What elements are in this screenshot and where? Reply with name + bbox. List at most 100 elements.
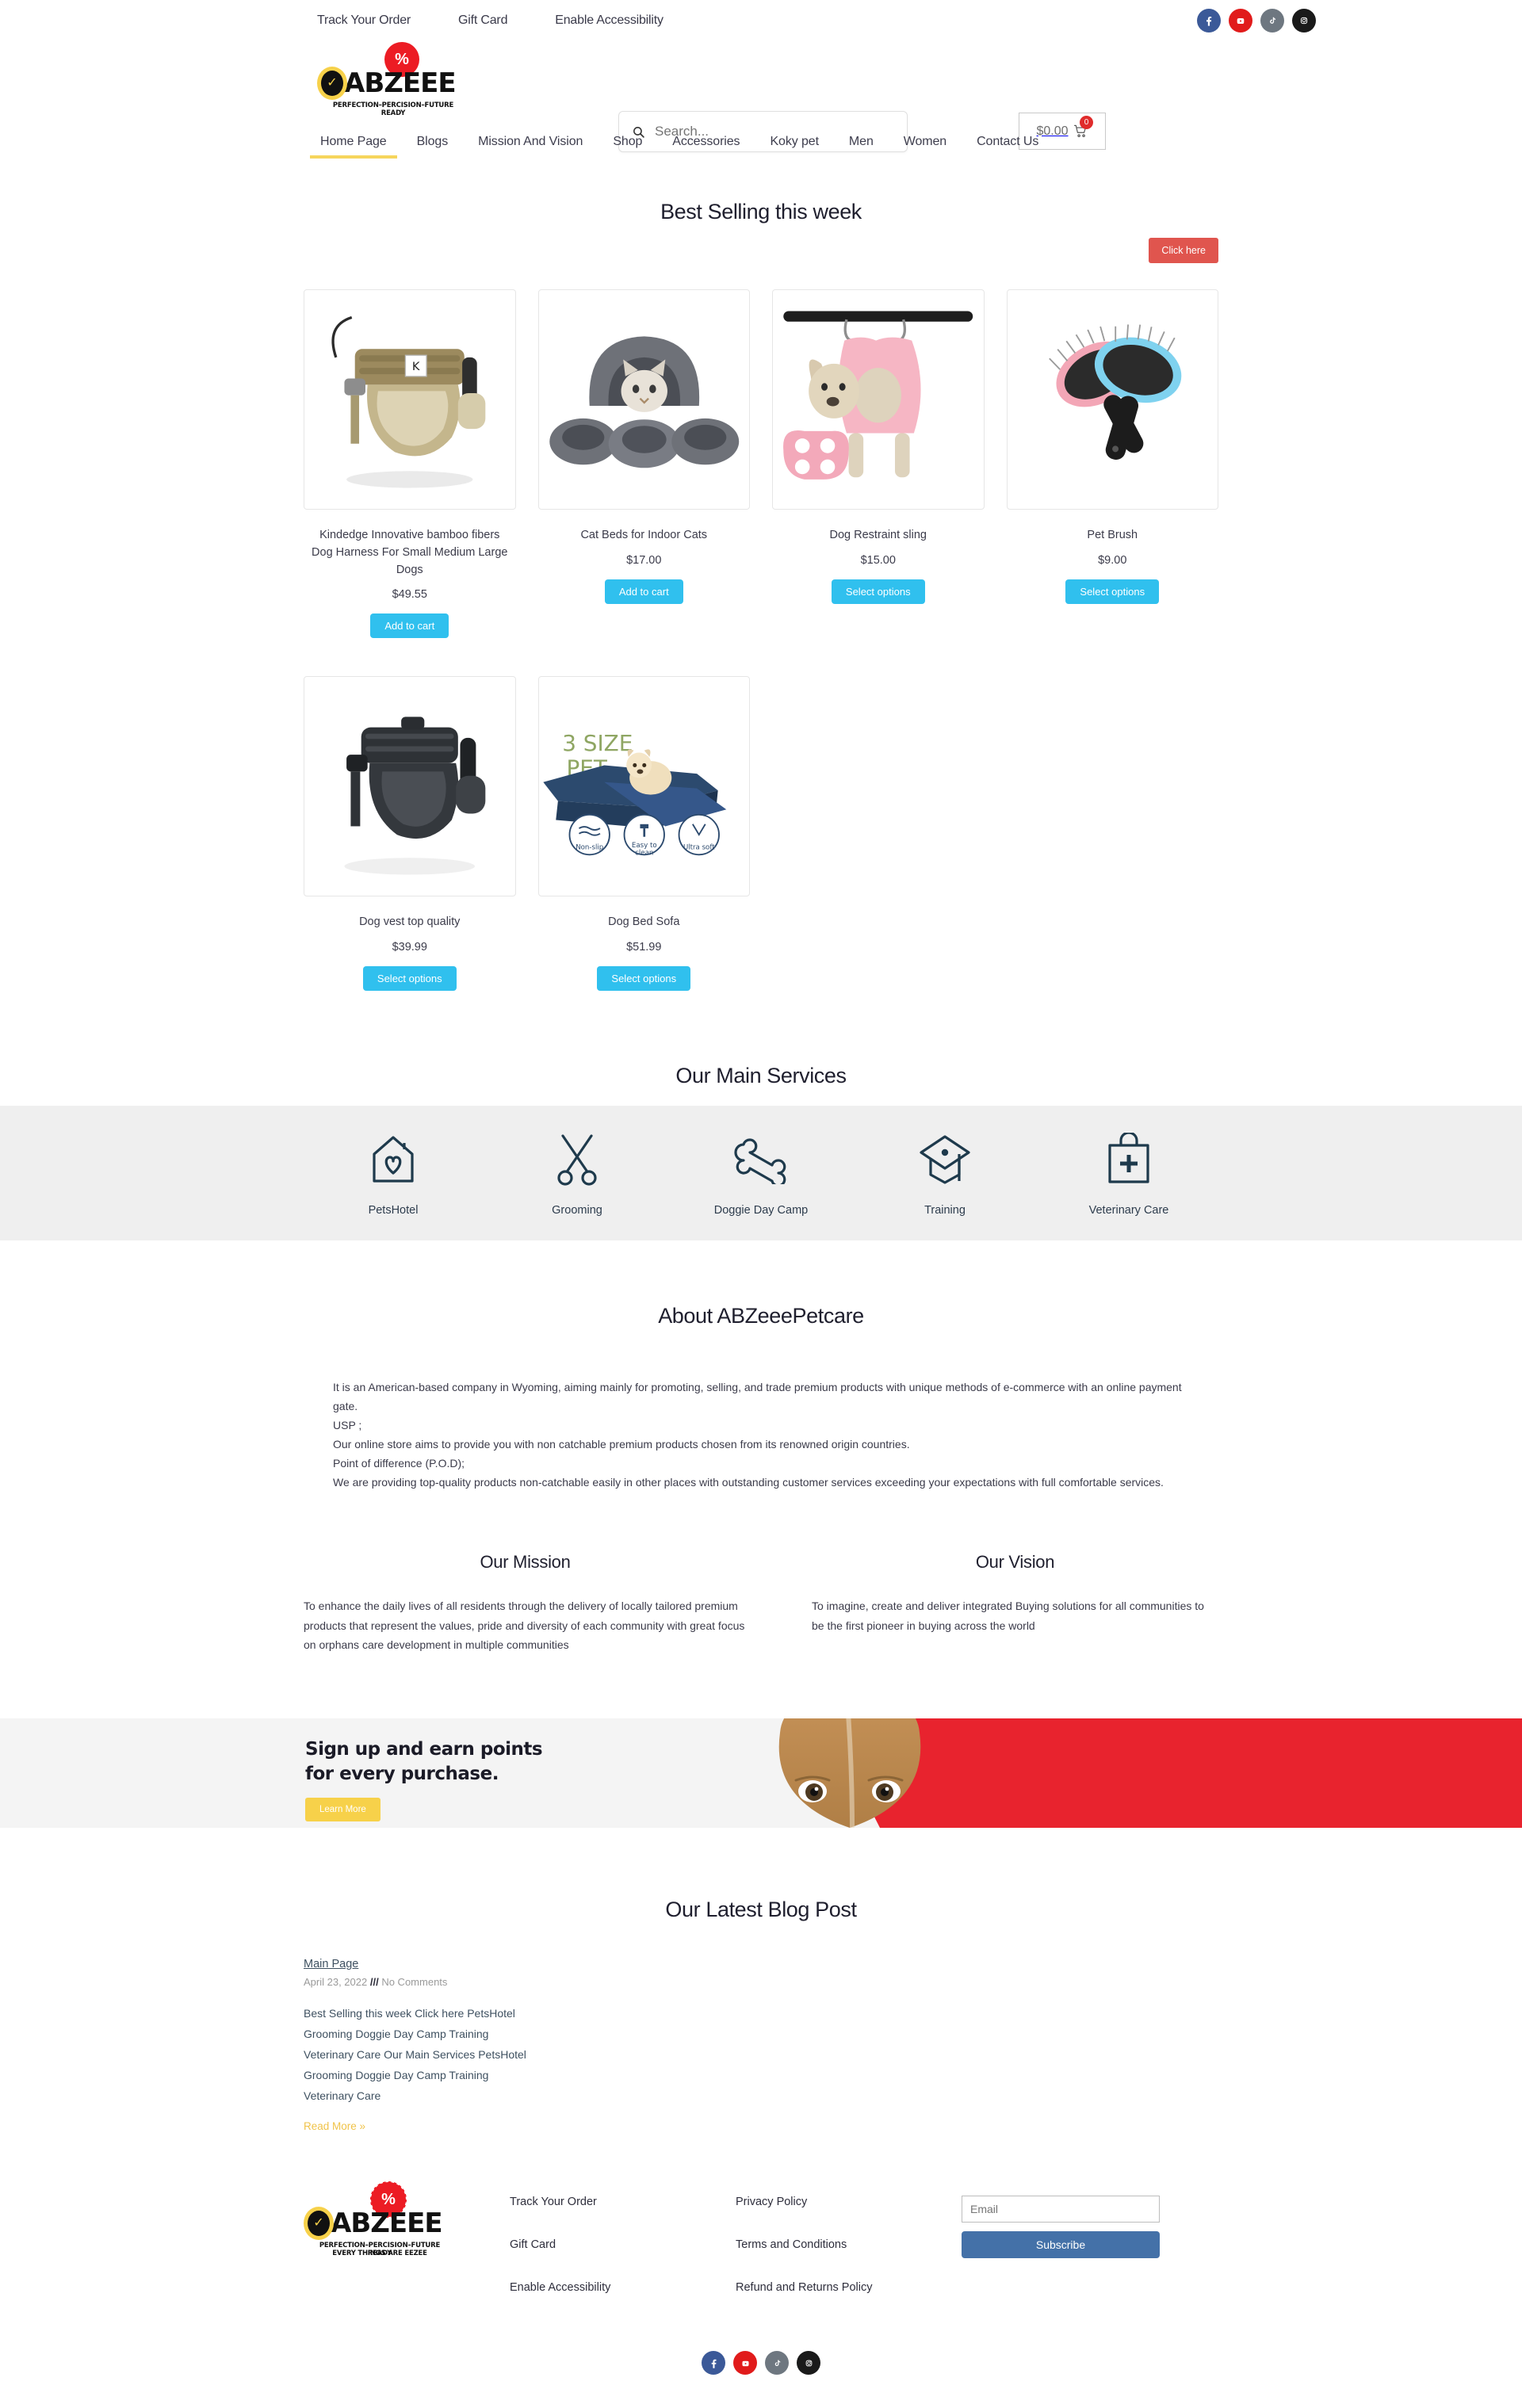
product-image-cat-bed-grey[interactable] <box>537 289 750 510</box>
services-title: Our Main Services <box>675 1064 847 1087</box>
product-card[interactable]: Dog vest top quality $39.99 Select options <box>304 676 516 991</box>
top-bar: Track Your Order Gift Card Enable Access… <box>0 0 1522 41</box>
product-image-dog-sling-pink[interactable] <box>772 289 985 510</box>
footer-logo-main: ✓ ABZEEE <box>304 2207 443 2241</box>
blog-category-link[interactable]: Main Page <box>304 1958 358 1970</box>
service-item-petshotel[interactable]: PetsHotel <box>301 1128 485 1217</box>
product-action-button[interactable]: Select options <box>362 966 457 991</box>
product-card[interactable]: Cat Beds for Indoor Cats $17.00 Add to car… <box>537 289 750 638</box>
product-image-dog-bed-sofa[interactable]: 3 SIZE PET BED Non-slip Easy to clean Ul… <box>537 676 750 897</box>
footer-facebook-icon[interactable] <box>702 2351 725 2376</box>
service-item-doggie-day-camp[interactable]: Doggie Day Camp <box>669 1128 853 1217</box>
nav-item-accessories[interactable]: Accessories <box>657 124 755 162</box>
product-price: $15.00 <box>860 553 896 567</box>
product-image-dog-vest-black[interactable] <box>304 676 516 897</box>
signup-line-2: for every purchase. <box>305 1763 499 1784</box>
nav-item-contact-us[interactable]: Contact Us <box>962 124 1054 162</box>
blog-excerpt: Best Selling this week Click here PetsHo… <box>304 2004 1218 2106</box>
footer-instagram-icon[interactable] <box>797 2351 820 2376</box>
product-price: $39.99 <box>392 941 427 954</box>
blog-meta: April 23, 2022 /// No Comments <box>304 1976 1218 1988</box>
nav-item-shop[interactable]: Shop <box>598 124 657 162</box>
service-label: Training <box>924 1204 966 1217</box>
service-label: Grooming <box>552 1204 602 1217</box>
product-card[interactable]: K Kindedge Innovative bamboo fibers Dog … <box>304 289 516 639</box>
blog-line: Grooming Doggie Day Camp Training <box>304 2027 489 2040</box>
nav-item-mission-and-vision[interactable]: Mission And Vision <box>463 124 598 162</box>
top-link-gift-card[interactable]: Gift Card <box>458 13 507 28</box>
product-card[interactable]: 3 SIZE PET BED Non-slip Easy to clean Ul… <box>537 676 750 991</box>
best-selling-title: Best Selling this week <box>660 200 862 224</box>
service-item-veterinary-care[interactable]: Veterinary Care <box>1037 1128 1221 1217</box>
facebook-icon[interactable] <box>1197 9 1221 32</box>
service-item-grooming[interactable]: Grooming <box>485 1128 669 1217</box>
logo-check-circle: ✓ <box>317 67 347 100</box>
nav-item-blogs[interactable]: Blogs <box>402 124 464 162</box>
nav-item-women[interactable]: Women <box>889 124 962 162</box>
footer-link-enable-accessibility[interactable]: Enable Accessibility <box>510 2281 736 2294</box>
bone-icon <box>669 1128 853 1191</box>
product-action-button[interactable]: Select options <box>597 966 691 991</box>
product-card[interactable]: Pet Brush $9.00 Select options <box>1006 289 1218 638</box>
svg-text:clean: clean <box>635 850 653 858</box>
product-price: $49.55 <box>392 588 427 602</box>
services-grid: PetsHotel Grooming Doggie Day Camp Training… <box>301 1128 1221 1217</box>
blog-comments: No Comments <box>381 1975 448 1988</box>
service-label: Doggie Day Camp <box>713 1204 809 1217</box>
product-action-button[interactable]: Select options <box>831 579 925 604</box>
product-image-pet-brush[interactable] <box>1006 289 1218 510</box>
learn-more-button[interactable]: Learn More <box>305 1797 380 1821</box>
logo-main: ✓ ABZEEE <box>317 67 457 100</box>
product-card[interactable]: Dog Restraint sling $15.00 Select options <box>772 289 985 638</box>
footer-newsletter: Subscribe <box>962 2181 1168 2324</box>
footer-tiktok-icon[interactable] <box>765 2351 789 2376</box>
newsletter-email-input[interactable] <box>962 2196 1160 2223</box>
footer-link-gift-card[interactable]: Gift Card <box>510 2238 736 2251</box>
nav-item-men[interactable]: Men <box>834 124 889 162</box>
instagram-icon[interactable] <box>1292 9 1316 32</box>
best-selling-section: Best Selling this week Click here K Kind… <box>0 200 1522 991</box>
blog-section: Main Page April 23, 2022 /// No Comments… <box>0 1957 1522 2134</box>
nav-item-koky-pet[interactable]: Koky pet <box>755 124 833 162</box>
product-action-button[interactable]: Add to cart <box>370 613 449 639</box>
signup-heading: Sign up and earn points for every purcha… <box>305 1737 1522 1787</box>
site-logo[interactable]: % ✓ ABZEEE PERFECTION–PERCISION–FUTURE R… <box>317 41 468 117</box>
footer-logo-block: % ✓ ABZEEE PERFECTION–PERCISION–FUTURE R… <box>304 2181 510 2324</box>
site-footer: % ✓ ABZEEE PERFECTION–PERCISION–FUTURE R… <box>0 2181 1522 2348</box>
nav-item-home-page[interactable]: Home Page <box>305 124 402 162</box>
top-link-track-your-order[interactable]: Track Your Order <box>317 13 411 28</box>
vision-text: To imagine, create and deliver integrate… <box>812 1600 1204 1632</box>
footer-logo-text: ABZEEE <box>331 2207 443 2240</box>
top-link-enable-accessibility[interactable]: Enable Accessibility <box>555 13 663 28</box>
product-action-button[interactable]: Select options <box>1065 579 1160 604</box>
scissors-icon <box>485 1128 669 1191</box>
main-navigation: Home Page Blogs Mission And Vision Shop Acce… <box>0 120 1522 165</box>
product-name: Dog Restraint sling <box>829 529 927 541</box>
blog-line: Grooming Doggie Day Camp Training <box>304 2068 489 2081</box>
footer-logo-tagline-2: EVERY THINGS ARE EEZEE <box>332 2249 427 2258</box>
blog-line: Veterinary Care <box>304 2089 381 2102</box>
svg-text:Non-slip: Non-slip <box>576 844 603 852</box>
footer-link-terms-and-conditions[interactable]: Terms and Conditions <box>736 2238 962 2251</box>
footer-link-privacy-policy[interactable]: Privacy Policy <box>736 2196 962 2208</box>
product-name: Pet Brush <box>1087 529 1138 541</box>
click-here-button[interactable]: Click here <box>1149 238 1218 263</box>
tiktok-icon[interactable] <box>1260 9 1284 32</box>
service-item-training[interactable]: Training <box>853 1128 1037 1217</box>
footer-column-2: Privacy Policy Terms and Conditions Refund… <box>736 2181 962 2324</box>
subscribe-button[interactable]: Subscribe <box>962 2231 1160 2259</box>
blog-read-more-link[interactable]: Read More » <box>304 2120 365 2132</box>
product-image-dog-harness-tan[interactable]: K <box>304 289 516 510</box>
vision-title: Our Vision <box>975 1552 1055 1573</box>
youtube-icon[interactable] <box>1229 9 1252 32</box>
house-heart-icon <box>301 1128 485 1191</box>
services-band: PetsHotel Grooming Doggie Day Camp Training… <box>0 1106 1522 1240</box>
footer-link-refund-and-returns-policy[interactable]: Refund and Returns Policy <box>736 2281 962 2294</box>
svg-text:3 SIZE: 3 SIZE <box>562 730 633 756</box>
footer-column-1: Track Your Order Gift Card Enable Accessib… <box>510 2181 736 2324</box>
cart-count-badge: 0 <box>1080 116 1093 129</box>
product-price: $51.99 <box>626 941 662 954</box>
footer-youtube-icon[interactable] <box>733 2351 757 2376</box>
footer-link-track-your-order[interactable]: Track Your Order <box>510 2196 736 2208</box>
product-action-button[interactable]: Add to cart <box>604 579 683 604</box>
